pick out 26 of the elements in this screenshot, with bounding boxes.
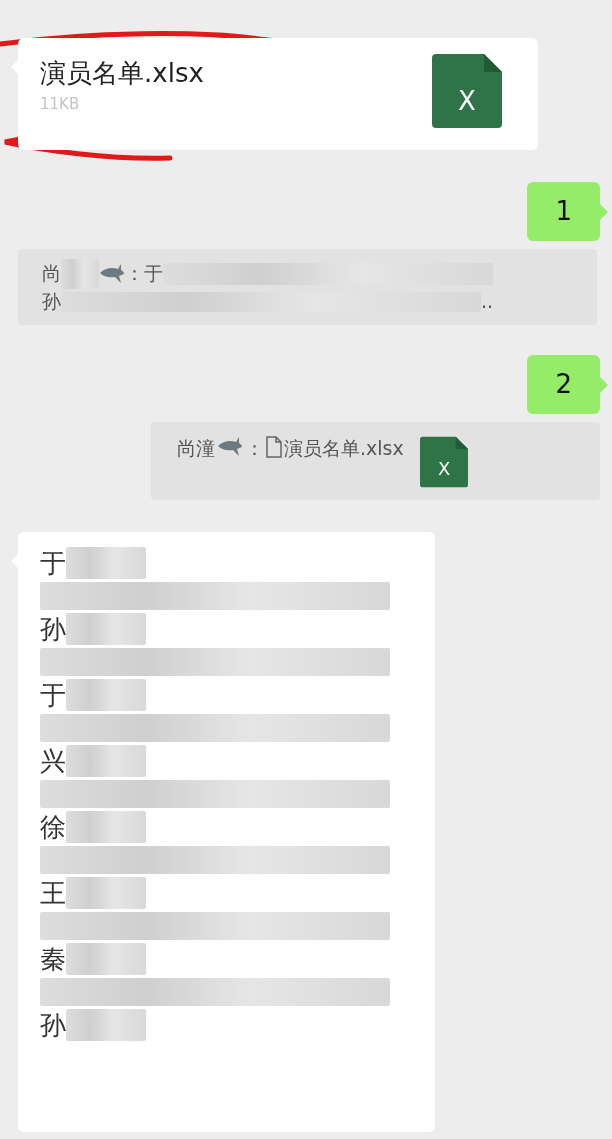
bubble-tail xyxy=(600,376,608,393)
file-name: 演员名单.xlsx xyxy=(284,435,404,461)
contact-name: 于 xyxy=(40,546,66,580)
ellipsis: .. xyxy=(481,289,494,314)
contact-name: 王 xyxy=(40,876,66,910)
contact-name: 徐 xyxy=(40,810,66,844)
spreadsheet-icon: X xyxy=(419,435,468,488)
contact-name: 于 xyxy=(40,678,66,712)
contact-name: 孙 xyxy=(40,612,66,646)
spreadsheet-icon: X xyxy=(432,54,502,128)
contact-name: 秦 xyxy=(40,942,66,976)
shark-icon xyxy=(99,263,125,285)
file-size: 11KB xyxy=(40,94,81,115)
shark-icon xyxy=(217,435,243,458)
quote-text: 于 xyxy=(144,261,163,287)
contact-name: 孙 xyxy=(40,1008,66,1042)
file-name: 演员名单.xlsx xyxy=(40,57,204,90)
bubble-tail xyxy=(600,204,608,220)
colon: ： xyxy=(125,261,144,287)
quote-text: 孙 xyxy=(42,289,61,314)
sender-name: 尚 xyxy=(42,261,61,287)
document-icon xyxy=(266,435,282,458)
contact-name: 兴 xyxy=(40,744,66,778)
sender-name: 尚潼 xyxy=(177,435,215,461)
colon: ： xyxy=(245,435,264,461)
blurred-text xyxy=(61,259,99,289)
